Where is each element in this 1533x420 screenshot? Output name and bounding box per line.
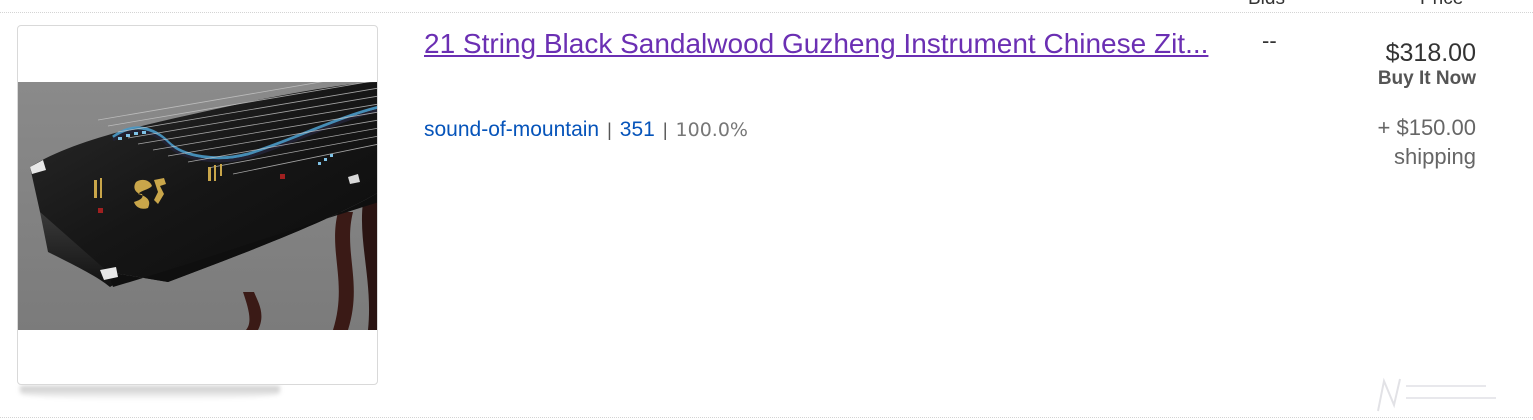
feedback-score-link[interactable]: 351 (620, 118, 655, 141)
watermark-logo (1372, 375, 1502, 415)
separator: | (607, 120, 612, 140)
row-bottom-divider (0, 417, 1533, 418)
listing-image-link[interactable] (17, 25, 378, 385)
guzheng-photo (18, 82, 377, 330)
row-top-divider (0, 12, 1533, 13)
shipping-label: shipping (1394, 144, 1476, 169)
seller-info: sound-of-mountain | 351 | 100.0% (424, 117, 748, 143)
shipping-cost: + $150.00 (1377, 115, 1476, 140)
buy-it-now-label: Buy It Now (1377, 68, 1476, 89)
separator: | (662, 120, 668, 140)
watermark-icon (1377, 377, 1496, 412)
image-shadow (20, 386, 280, 400)
price-block: $318.00 Buy It Now (1378, 38, 1476, 90)
shipping-info: + $150.00 shipping (1378, 113, 1476, 171)
bids-count: -- (1262, 28, 1277, 53)
bids-column-header[interactable]: Bids (1248, 0, 1285, 10)
feedback-percent: 100.0% (675, 119, 748, 141)
price-column-header[interactable]: Price (1420, 0, 1463, 10)
seller-name-link[interactable]: sound-of-mountain (424, 118, 599, 141)
item-price: $318.00 (1385, 39, 1476, 67)
listing-title-link[interactable]: 21 String Black Sandalwood Guzheng Instr… (424, 26, 1214, 61)
